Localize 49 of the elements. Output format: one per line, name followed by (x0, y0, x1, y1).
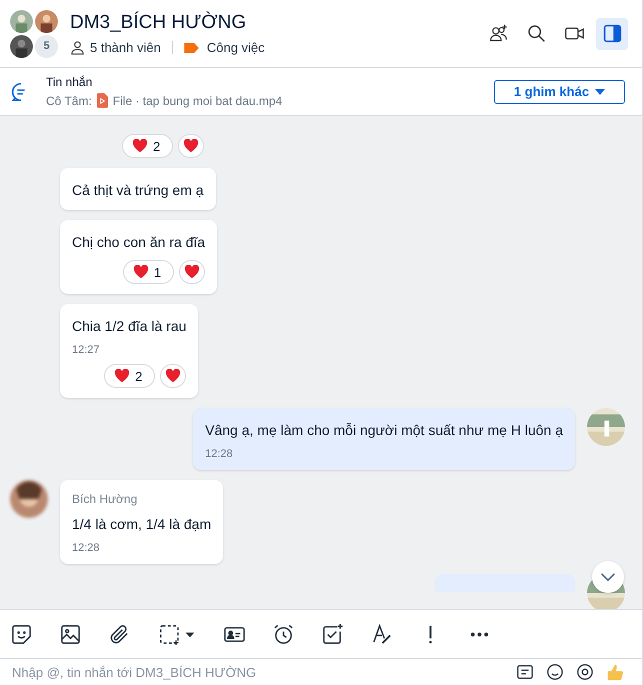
more-pins-button[interactable]: 1 ghim khác (494, 80, 625, 104)
message-text: 1/4 là cơm, 1/4 là đạm (72, 515, 212, 534)
member-count[interactable]: 5 thành viên (90, 40, 161, 55)
alarm-clock-icon[interactable] (272, 622, 295, 646)
message-time: 12:28 (72, 542, 101, 554)
image-icon[interactable] (59, 622, 82, 646)
caret-icon (595, 88, 606, 94)
quick-message-icon[interactable] (516, 663, 534, 681)
heart-icon (184, 265, 200, 279)
thumbs-up-icon[interactable] (606, 663, 624, 681)
sender-name: Bích Hường (72, 492, 138, 506)
side-panel-icon (602, 23, 622, 44)
person-icon (70, 40, 85, 55)
message-time: 12:27 (72, 344, 101, 356)
screenshot-icon[interactable] (157, 622, 197, 646)
sticker-icon[interactable] (10, 622, 33, 646)
add-person-icon (488, 23, 508, 44)
reaction-pill[interactable]: 1 (122, 260, 174, 284)
scroll-down-button[interactable] (592, 561, 624, 593)
chevron-down-icon (600, 572, 616, 582)
react-button[interactable] (178, 134, 204, 158)
pinned-sender: Cô Tâm: (46, 94, 92, 108)
message-text: Chia 1/2 đĩa là rau (72, 317, 186, 336)
message-text: Cả thịt và trứng em ạ (72, 181, 204, 200)
reaction-pill[interactable]: 2 (122, 134, 174, 158)
pinned-file[interactable]: File · tap bung moi bat dau.mp4 (112, 94, 282, 108)
message-input[interactable]: Nhập @, tin nhắn tới DM3_BÍCH HƯỜNG (10, 664, 504, 680)
at-sign-icon[interactable] (576, 663, 594, 681)
heart-icon (114, 369, 130, 383)
message-text: Chị cho con ăn ra đĩa (72, 233, 206, 252)
heart-icon (183, 139, 200, 153)
heart-icon (165, 369, 182, 383)
message-text: Vâng ạ, mẹ làm cho mỗi người một suất như mẹ H luôn ạ (205, 421, 563, 440)
heart-icon (132, 265, 149, 279)
text-format-icon[interactable] (370, 622, 393, 646)
side-panel-button[interactable] (596, 18, 628, 50)
react-button[interactable] (160, 364, 186, 388)
search-icon (526, 23, 546, 44)
video-file-icon (96, 93, 108, 108)
tag-label[interactable]: Công việc (206, 40, 265, 55)
react-button[interactable] (179, 260, 206, 284)
checkbox-icon[interactable] (321, 622, 344, 646)
reaction-pill[interactable]: 2 (104, 364, 156, 388)
chat-title: DM3_BÍCH HƯỜNG (70, 12, 248, 34)
pinned-label: Tin nhắn (46, 75, 94, 89)
message-time: 12:28 (205, 448, 234, 460)
emoji-icon[interactable] (546, 663, 564, 681)
member-count-badge[interactable]: 5 (35, 34, 58, 58)
heart-icon (132, 139, 148, 153)
